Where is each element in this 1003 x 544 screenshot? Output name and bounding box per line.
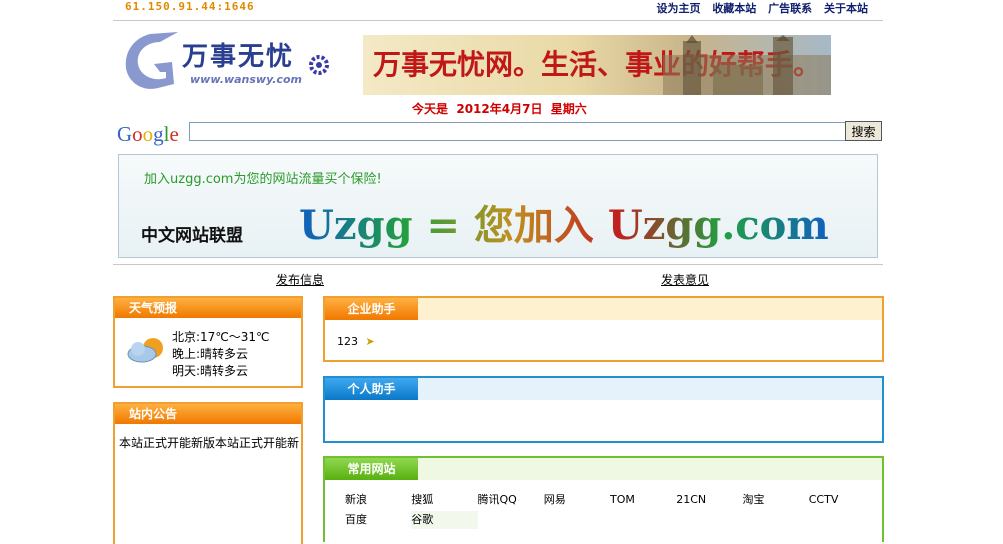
logo-g-icon [125, 32, 178, 89]
weather-tomorrow: 明天:晴转多云 [172, 364, 249, 378]
ip-address: 61.150.91.44:1646 [125, 0, 255, 13]
arrow-right-icon: ➤ [365, 335, 375, 348]
notice-marquee: 本站正式开能新版本站正式开能新 [119, 436, 299, 450]
weather-header: 天气预报 [115, 298, 301, 318]
publish-info-link[interactable]: 发布信息 [276, 271, 324, 288]
personal-panel: 个人助手 [323, 376, 884, 443]
bookmark-link[interactable]: 收藏本站 [712, 2, 756, 15]
feedback-link[interactable]: 发表意见 [661, 271, 709, 288]
site-link-taobao[interactable]: 淘宝 [743, 491, 809, 509]
site-link-sina[interactable]: 新浪 [345, 491, 411, 509]
common-sites-panel: 常用网站 新浪 搜狐 腾讯QQ 网易 TOM 21CN 淘宝 CCTV 百度 谷… [323, 456, 884, 542]
gear-icon [306, 54, 332, 79]
search-button[interactable]: 搜索 [845, 121, 882, 141]
google-logo: Google [117, 122, 179, 146]
about-link[interactable]: 关于本站 [824, 2, 868, 15]
ad-banner[interactable]: 加入uzgg.com为您的网站流量买个保险! 中文网站联盟 Uzgg = 您加入… [118, 154, 878, 258]
notice-header: 站内公告 [115, 404, 301, 424]
enterprise-item[interactable]: 123 ➤ [337, 335, 375, 348]
enterprise-panel: 企业助手 123 ➤ [323, 296, 884, 362]
common-sites-title: 常用网站 [325, 458, 418, 480]
notice-panel: 站内公告 本站正式开能新版本站正式开能新 [113, 402, 303, 544]
site-link-cctv[interactable]: CCTV [809, 491, 875, 509]
weather-panel: 天气预报 北京:17℃～31℃ 晚上:晴转多云 明天:晴转多云 [113, 296, 303, 388]
site-link-21cn[interactable]: 21CN [676, 491, 742, 509]
ad-tagline: 加入uzgg.com为您的网站流量买个保险! [144, 172, 382, 187]
top-divider [113, 20, 883, 21]
enterprise-item-label: 123 [337, 335, 358, 348]
personal-header: 个人助手 [325, 378, 882, 400]
personal-title: 个人助手 [325, 378, 418, 400]
ad-contact-link[interactable]: 广告联系 [768, 2, 812, 15]
mid-divider [113, 264, 883, 265]
site-link-tom[interactable]: TOM [610, 491, 676, 509]
site-link-sohu[interactable]: 搜狐 [411, 491, 477, 509]
cloudy-weather-icon [125, 334, 165, 364]
search-input[interactable] [189, 122, 846, 141]
set-homepage-link[interactable]: 设为主页 [656, 2, 700, 15]
header-banner[interactable]: 万事无忧网。生活、事业的好帮手。 [363, 35, 831, 95]
enterprise-header: 企业助手 [325, 298, 882, 320]
site-link-netease[interactable]: 网易 [544, 491, 610, 509]
weather-tonight: 晚上:晴转多云 [172, 347, 249, 361]
weather-today: 北京:17℃～31℃ [172, 330, 270, 344]
date-display: 今天是 2012年4月7日 星期六 [412, 102, 587, 116]
logo-title: 万事无忧 [182, 42, 295, 72]
cathedral-image [663, 35, 831, 95]
logo-url: www.wanswy.com [190, 73, 302, 86]
ad-network-name: 中文网站联盟 [141, 226, 243, 246]
site-link-qq[interactable]: 腾讯QQ [478, 491, 544, 509]
ad-big-text: Uzgg = 您加入 Uzgg.com [299, 193, 829, 251]
weather-title: 天气预报 [129, 301, 178, 315]
enterprise-title: 企业助手 [325, 298, 418, 320]
site-link-baidu[interactable]: 百度 [345, 511, 411, 529]
common-sites-header: 常用网站 [325, 458, 882, 480]
top-links: 设为主页 收藏本站 广告联系 关于本站 [648, 0, 868, 16]
notice-title: 站内公告 [129, 407, 178, 421]
common-sites-list: 新浪 搜狐 腾讯QQ 网易 TOM 21CN 淘宝 CCTV 百度 谷歌 [345, 491, 875, 529]
site-link-google[interactable]: 谷歌 [411, 511, 478, 529]
